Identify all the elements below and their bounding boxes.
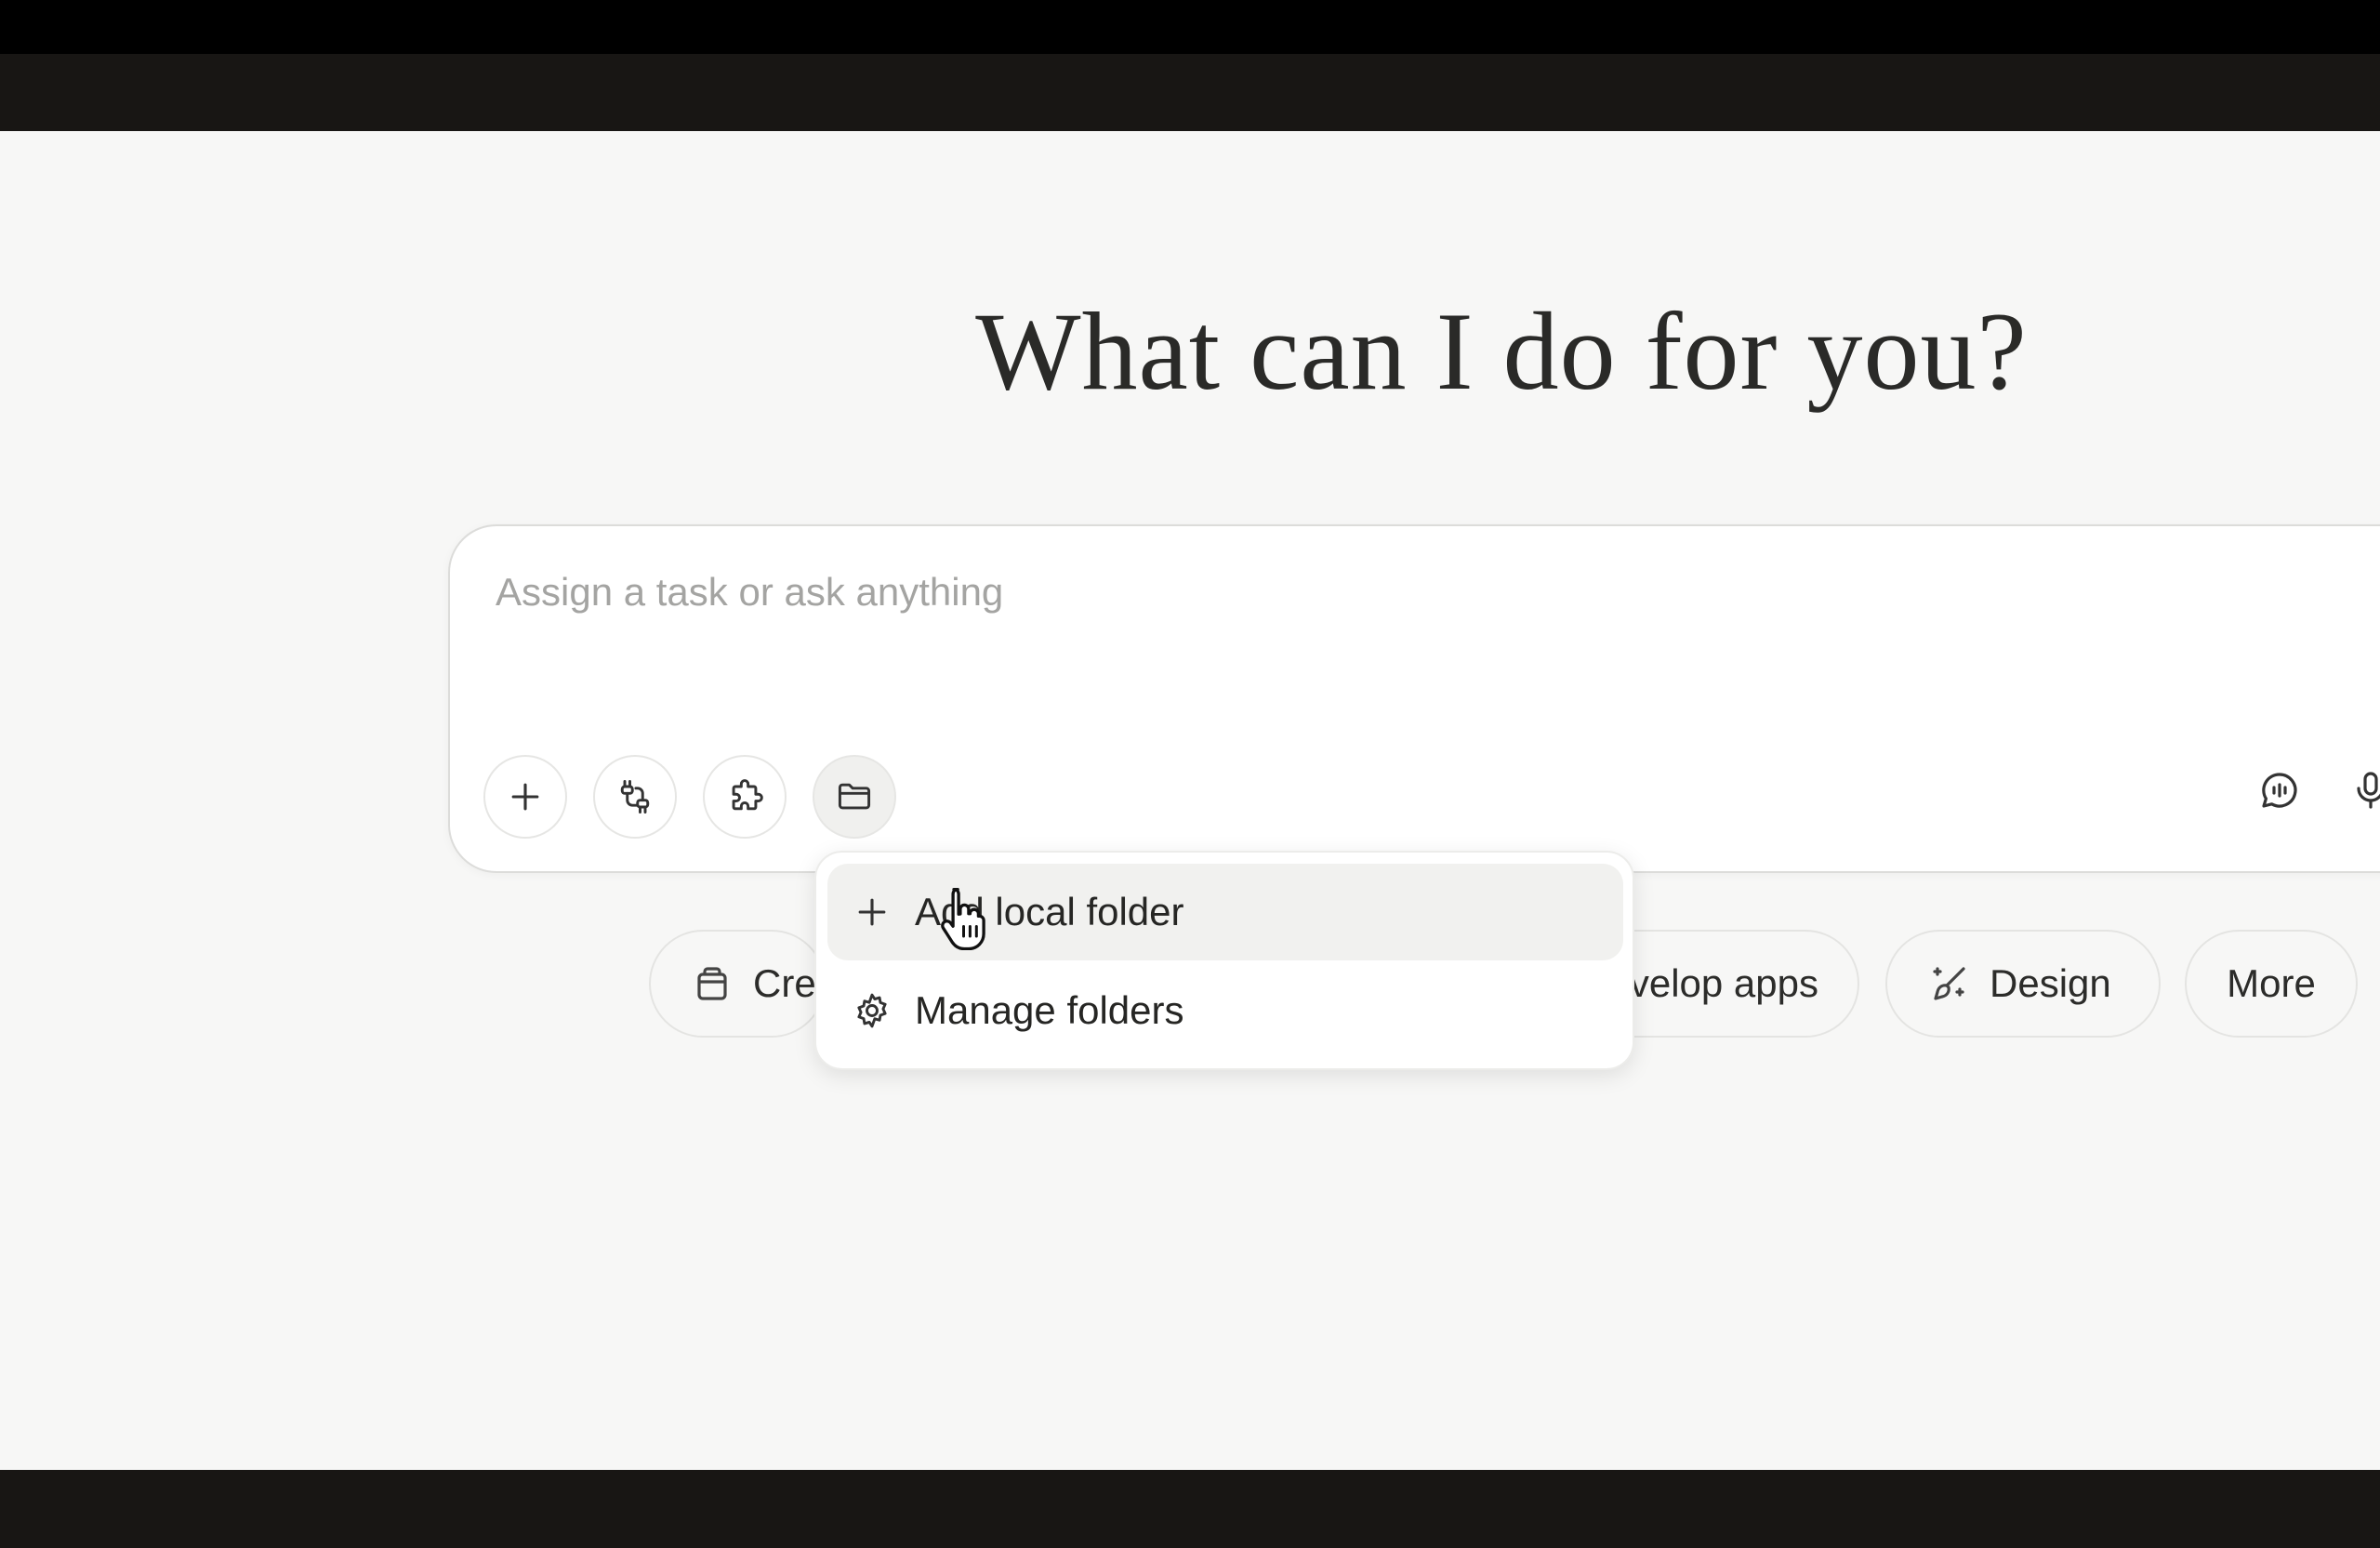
- puzzle-icon: [732, 779, 763, 811]
- microphone-icon: [2357, 772, 2380, 809]
- more-chip[interactable]: More: [2185, 930, 2358, 1038]
- folder-icon: [838, 783, 871, 810]
- microphone-button[interactable]: [2347, 766, 2380, 814]
- screen-frame-bottom: [0, 1470, 2380, 1548]
- connector-icon: [620, 780, 650, 814]
- window-titlebar: [0, 54, 2380, 131]
- manage-folders-item[interactable]: Manage folders: [827, 962, 1623, 1059]
- design-chip[interactable]: Design: [1885, 930, 2161, 1038]
- gear-icon: [857, 993, 887, 1028]
- task-composer: [448, 524, 2380, 873]
- plus-icon: [511, 783, 539, 811]
- voice-chat-button[interactable]: [2255, 766, 2304, 814]
- page-title: What can I do for you?: [975, 289, 2028, 413]
- plus-icon: [858, 898, 886, 926]
- add-button[interactable]: [483, 755, 567, 839]
- task-input[interactable]: [494, 554, 2264, 630]
- connectors-button[interactable]: [593, 755, 677, 839]
- create-chip[interactable]: Create: [649, 930, 826, 1038]
- design-chip-label: Design: [1990, 961, 2111, 1005]
- design-brush-icon: [1933, 967, 1965, 1000]
- main-content: What can I do for you? Assign a task or …: [0, 131, 2380, 1470]
- hand-pointer-icon: [941, 887, 985, 950]
- screen-frame-top: [0, 0, 2380, 54]
- more-chip-label: More: [2227, 961, 2316, 1005]
- voice-chat-icon: [2262, 773, 2297, 808]
- folders-button[interactable]: [813, 755, 896, 839]
- plugins-button[interactable]: [703, 755, 787, 839]
- bag-icon: [697, 967, 727, 1000]
- manage-folders-label: Manage folders: [915, 988, 1184, 1032]
